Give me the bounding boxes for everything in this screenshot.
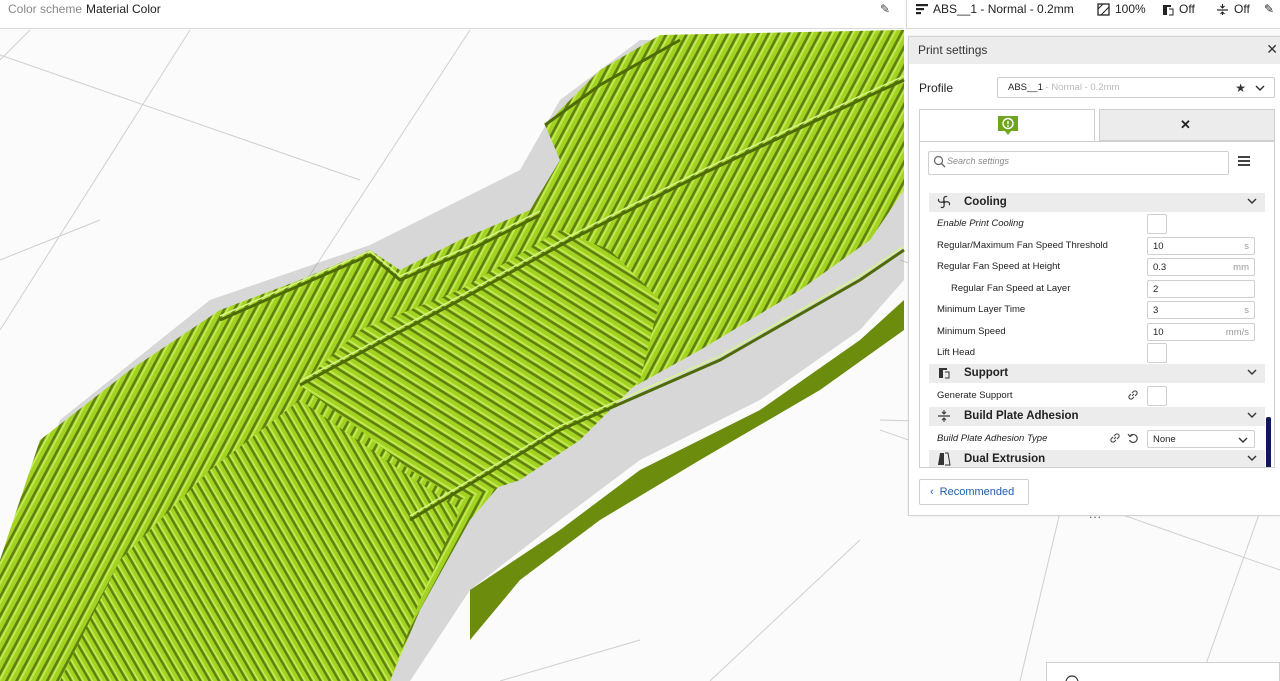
lift-head-checkbox[interactable] xyxy=(1147,343,1167,363)
chevron-down-icon xyxy=(1255,85,1265,92)
adhesion-icon xyxy=(1217,3,1228,15)
select-value: None xyxy=(1153,434,1176,445)
pencil-icon[interactable]: ✎ xyxy=(1264,2,1274,16)
search-icon xyxy=(933,155,946,168)
resize-handle[interactable]: ... xyxy=(1089,507,1102,521)
search-field[interactable] xyxy=(928,151,1229,175)
setting-enable-print-cooling: Enable Print Cooling xyxy=(920,213,1274,234)
bottom-info-widget[interactable] xyxy=(1046,662,1280,681)
section-build-plate-adhesion[interactable]: Build Plate Adhesion xyxy=(929,407,1265,426)
close-icon[interactable]: ✕ xyxy=(1180,117,1191,133)
support-icon xyxy=(1163,4,1174,15)
setting-label: Build Plate Adhesion Type xyxy=(937,433,1048,444)
setting-label: Regular/Maximum Fan Speed Threshold xyxy=(937,240,1108,251)
chevron-down-icon xyxy=(1247,412,1257,418)
extruder-icon xyxy=(938,452,951,466)
input-value: 0.3 xyxy=(1153,262,1167,273)
pencil-icon[interactable]: ✎ xyxy=(880,2,890,16)
support-icon xyxy=(939,368,950,379)
section-title: Dual Extrusion xyxy=(964,453,1046,465)
enable-cooling-checkbox[interactable] xyxy=(1147,214,1167,234)
reset-icon[interactable] xyxy=(1127,432,1139,444)
scrollbar-thumb[interactable] xyxy=(1266,417,1271,467)
chevron-down-icon xyxy=(1238,437,1248,443)
link-icon[interactable] xyxy=(1109,432,1121,444)
chevron-left-icon: ‹ xyxy=(930,486,934,498)
section-title: Build Plate Adhesion xyxy=(964,410,1079,422)
input-unit: s xyxy=(1244,305,1249,316)
info-icon xyxy=(1065,675,1079,681)
setting-label: Minimum Layer Time xyxy=(937,304,1026,315)
adhesion-type-select[interactable]: None xyxy=(1147,430,1255,448)
input-unit: mm/s xyxy=(1225,327,1249,338)
chevron-down-icon xyxy=(1247,455,1257,461)
link-icon[interactable] xyxy=(1127,389,1139,401)
setting-label: Enable Print Cooling xyxy=(937,218,1024,229)
fan-icon xyxy=(937,195,951,209)
search-input[interactable] xyxy=(947,156,1217,166)
fan-layer-input[interactable]: 2 xyxy=(1147,280,1255,298)
section-title: Support xyxy=(964,367,1009,379)
recommended-label: Recommended xyxy=(939,486,1015,498)
section-dual-extrusion[interactable]: Dual Extrusion xyxy=(929,450,1265,467)
panel-header: Print settings ✕ xyxy=(909,37,1280,64)
input-value: 10 xyxy=(1153,241,1164,252)
setting-label: Regular Fan Speed at Layer xyxy=(951,283,1071,294)
setting-lift-head: Lift Head xyxy=(920,342,1274,363)
input-value: 10 xyxy=(1153,327,1164,338)
setting-label: Lift Head xyxy=(937,347,976,358)
section-cooling[interactable]: Cooling xyxy=(929,193,1265,212)
adhesion-value: Off xyxy=(1234,2,1250,16)
infill-value: 100% xyxy=(1115,2,1146,16)
infill-icon xyxy=(1097,2,1110,16)
profile-dropdown[interactable]: ABS__1 - Normal - 0.2mm ★ xyxy=(997,77,1275,98)
print-settings-panel: Print settings ✕ Profile ABS__1 - Normal… xyxy=(908,36,1280,521)
input-value: 3 xyxy=(1153,305,1159,316)
setting-min-speed: Minimum Speed 10 mm/s xyxy=(920,321,1274,342)
profile-summary: ABS__1 - Normal - 0.2mm xyxy=(933,2,1074,16)
setting-label: Regular Fan Speed at Height xyxy=(937,261,1061,272)
print-setup-bar[interactable]: ABS__1 - Normal - 0.2mm 100% Off Off ✎ xyxy=(906,0,1280,29)
color-scheme-value[interactable]: Material Color xyxy=(86,2,161,16)
profile-label: Profile xyxy=(919,81,954,95)
setting-min-layer-time: Minimum Layer Time 3s xyxy=(920,299,1274,320)
support-value: Off xyxy=(1179,2,1195,16)
slicer-window: Color scheme Material Color ✎ ABS__1 - N… xyxy=(0,0,1280,681)
generate-support-checkbox[interactable] xyxy=(1147,386,1167,406)
star-icon[interactable]: ★ xyxy=(1235,81,1246,95)
adhesion-icon xyxy=(938,410,950,422)
color-scheme-bar: Color scheme Material Color ✎ xyxy=(0,0,904,29)
input-value: 2 xyxy=(1153,284,1159,295)
section-title: Cooling xyxy=(964,196,1007,208)
min-layer-time-input[interactable]: 3s xyxy=(1147,301,1255,319)
chevron-down-icon xyxy=(1247,198,1257,204)
panel-title: Print settings xyxy=(918,43,988,57)
threshold-input[interactable]: 10 s xyxy=(1147,237,1255,255)
setting-generate-support: Generate Support xyxy=(920,385,1274,406)
setting-fan-speed-layer: Regular Fan Speed at Layer 2 xyxy=(920,278,1274,299)
menu-icon[interactable] xyxy=(1238,156,1250,166)
fan-height-input[interactable]: 0.3 mm xyxy=(1147,258,1255,276)
tab-settings[interactable] xyxy=(919,109,1095,142)
setting-fan-speed-threshold: Regular/Maximum Fan Speed Threshold 10 s xyxy=(920,235,1274,256)
min-speed-input[interactable]: 10 mm/s xyxy=(1147,323,1255,341)
setting-label: Generate Support xyxy=(937,390,1013,401)
input-unit: mm xyxy=(1233,262,1249,273)
setting-fan-speed-height: Regular Fan Speed at Height 0.3 mm xyxy=(920,256,1274,277)
section-support[interactable]: Support xyxy=(929,364,1265,383)
chevron-down-icon xyxy=(1247,369,1257,375)
profile-name: ABS__1 xyxy=(1008,82,1043,93)
setting-label: Minimum Speed xyxy=(937,326,1006,337)
tab-close[interactable]: ✕ xyxy=(1099,109,1275,141)
input-unit: s xyxy=(1244,241,1249,252)
setting-adhesion-type: Build Plate Adhesion Type None xyxy=(920,428,1274,449)
printer-bars-icon xyxy=(916,4,928,15)
profile-suffix: - Normal - 0.2mm xyxy=(1042,82,1120,93)
close-icon[interactable]: ✕ xyxy=(1266,41,1278,57)
settings-list[interactable]: Cooling Enable Print Cooling Regular/Max… xyxy=(919,141,1275,468)
color-scheme-label: Color scheme xyxy=(8,2,83,16)
recommended-button[interactable]: ‹ Recommended xyxy=(919,479,1029,505)
settings-badge-icon xyxy=(998,116,1018,135)
